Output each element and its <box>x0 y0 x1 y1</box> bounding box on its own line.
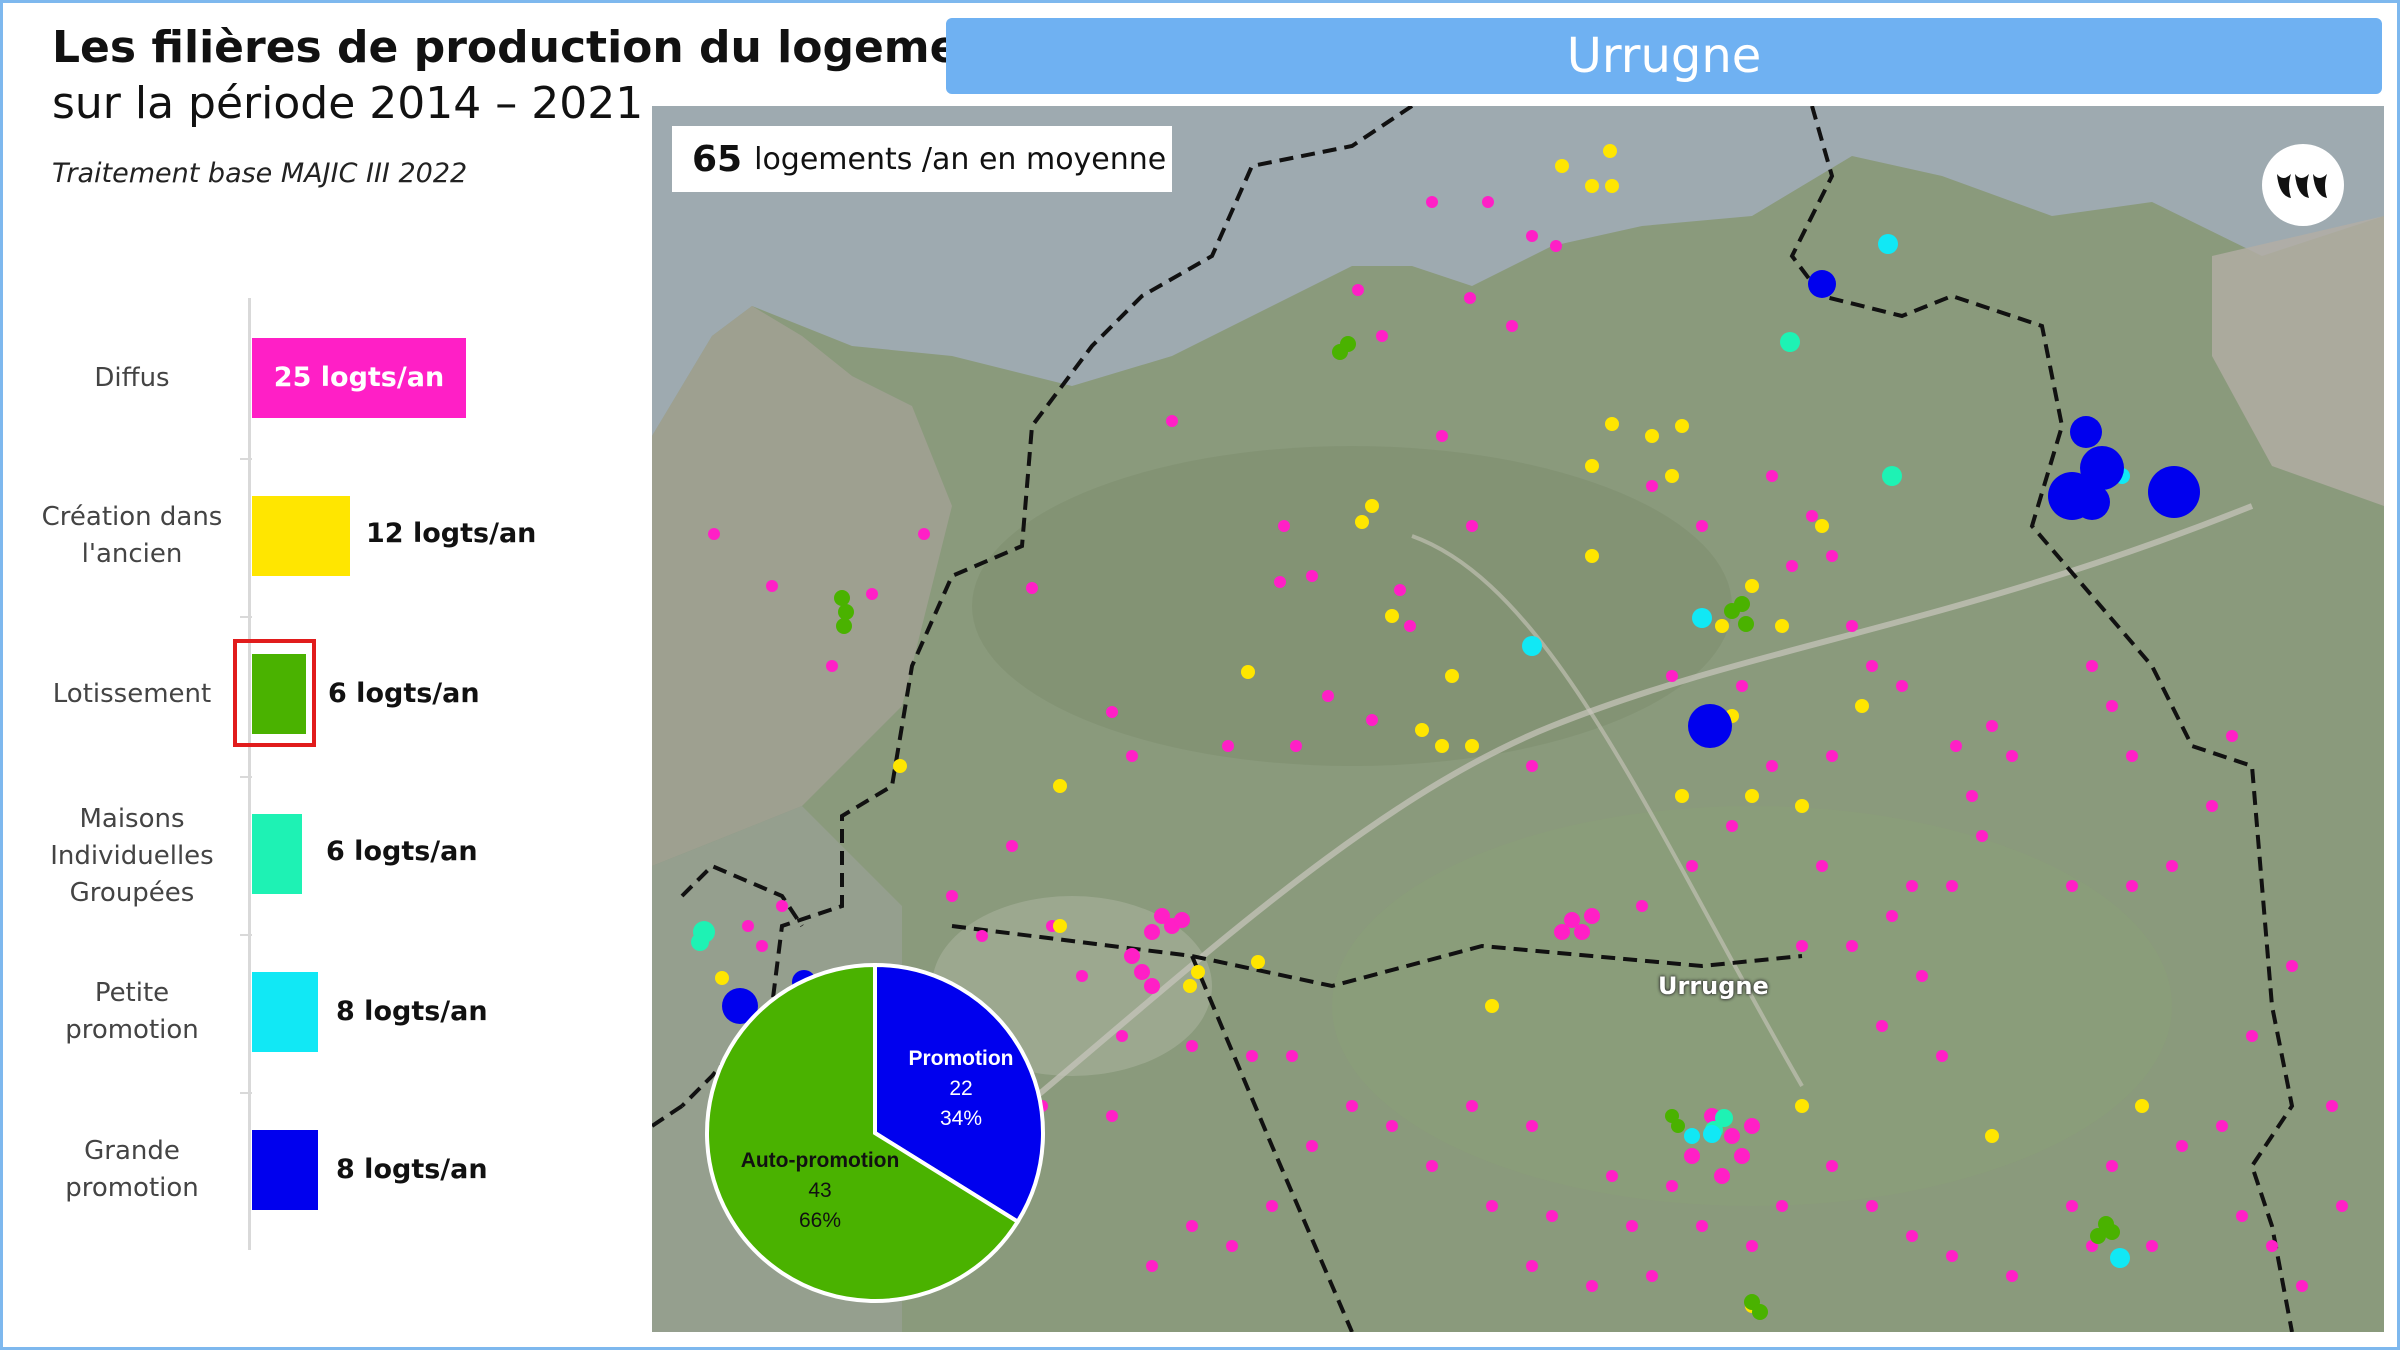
pie-label-name: Promotion <box>908 1047 1014 1070</box>
page-subtitle: Traitement base MAJIC III 2022 <box>52 158 468 189</box>
bar-label-text: promotion <box>65 1015 199 1045</box>
pie-label-value: 43 <box>808 1179 832 1202</box>
pie-label-name: Auto-promotion <box>740 1149 900 1172</box>
bar-maisons-groupees <box>252 814 302 894</box>
pie-chart: Promotion 22 34% Auto-promotion 43 66% <box>700 958 1050 1308</box>
bar-value-petite-promotion: 8 logts/an <box>336 996 488 1027</box>
bar-value-maisons-groupees: 6 logts/an <box>326 836 478 867</box>
bar-label-lotissement: Lotissement <box>32 654 232 734</box>
bar-label-creation-ancien: Création dans l'ancien <box>32 496 232 576</box>
axis-tick <box>240 616 252 618</box>
field-area <box>1332 806 2172 1206</box>
brand-logo <box>2262 144 2344 226</box>
pie-label-percent: 66% <box>798 1209 842 1232</box>
info-number: 65 <box>692 138 743 180</box>
urban-area <box>2212 216 2384 506</box>
bar-label-text: Diffus <box>94 362 170 393</box>
bar-label-grande-promotion: Grande promotion <box>32 1130 232 1210</box>
commune-boundary <box>1190 955 1354 1332</box>
bar-label-text: Grande <box>84 1136 180 1166</box>
bar-label-text: l'ancien <box>81 539 183 569</box>
bar-label-text: Petite <box>94 978 170 1008</box>
bar-creation-ancien <box>252 496 350 576</box>
logo-icon <box>2277 174 2327 198</box>
title-line-1: Les filières de production du logement <box>52 22 1012 73</box>
urban-area <box>652 306 952 866</box>
bar-label-text: Lotissement <box>52 678 212 709</box>
highlight-box <box>233 639 316 747</box>
bar-label-text: Groupées <box>69 877 195 908</box>
bar-label-maisons-groupees: Maisons Individuelles Groupées <box>32 796 232 916</box>
bar-label-text: Maisons <box>79 803 185 834</box>
info-text: logements /an en moyenne <box>754 141 1167 177</box>
bar-value-lotissement: 6 logts/an <box>328 678 480 709</box>
bar-label-petite-promotion: Petite promotion <box>32 972 232 1052</box>
bar-label-text: Création dans <box>41 502 223 532</box>
bar-petite-promotion <box>252 972 318 1052</box>
bar-value-grande-promotion: 8 logts/an <box>336 1154 488 1185</box>
pie-label-value: 22 <box>949 1077 973 1100</box>
bar-grande-promotion <box>252 1130 318 1210</box>
info-box: 65 logements /an en moyenne <box>672 126 1172 192</box>
axis-tick <box>240 458 252 460</box>
map-town-label: Urrugne <box>1658 972 1769 1000</box>
bar-label-text: promotion <box>65 1173 199 1203</box>
commune-banner: Urrugne <box>946 18 2382 94</box>
pie-label-promotion: Promotion 22 34% <box>896 1044 1026 1134</box>
axis-tick <box>240 776 252 778</box>
bar-value-creation-ancien: 12 logts/an <box>366 518 537 549</box>
bar-chart-axis <box>248 298 251 1250</box>
bar-value-diffus: 25 logts/an <box>273 362 445 393</box>
pie-label-auto-promotion: Auto-promotion 43 66% <box>720 1146 920 1236</box>
axis-tick <box>240 934 252 936</box>
forest-area <box>972 446 1732 766</box>
bar-label-text: Individuelles <box>50 840 214 871</box>
pie-label-percent: 34% <box>939 1107 983 1130</box>
axis-tick <box>240 1092 252 1094</box>
bar-label-diffus: Diffus <box>32 338 232 418</box>
